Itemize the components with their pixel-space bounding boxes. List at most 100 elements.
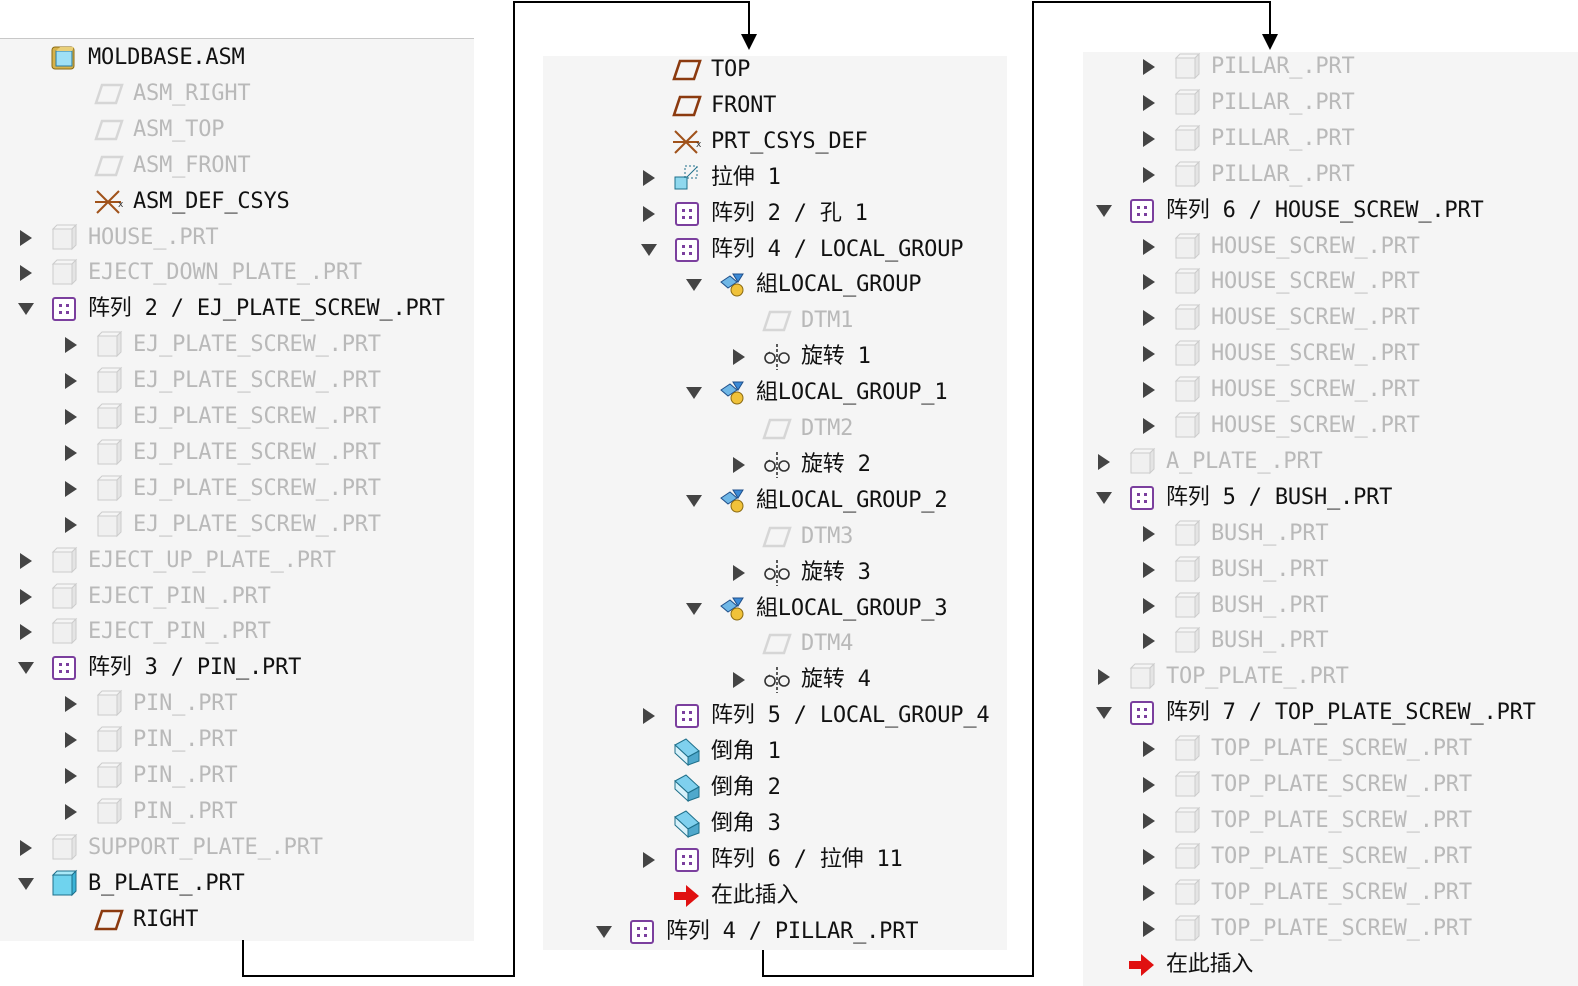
tree-row[interactable]: B_PLATE_.PRT [16, 866, 245, 902]
tree-row[interactable]: EJECT_UP_PLATE_.PRT [16, 543, 336, 579]
expand-arrow-icon[interactable] [1139, 516, 1159, 552]
collapse-arrow-icon[interactable] [1094, 480, 1114, 516]
expand-arrow-icon[interactable] [61, 758, 81, 794]
expand-arrow-icon[interactable] [1139, 767, 1159, 803]
expand-arrow-icon[interactable] [61, 686, 81, 722]
collapse-arrow-icon[interactable] [16, 866, 36, 902]
tree-row[interactable]: ASM_TOP [61, 112, 225, 148]
tree-row[interactable]: TOP_PLATE_SCREW_.PRT [1139, 839, 1472, 875]
collapse-arrow-icon[interactable] [16, 650, 36, 686]
expand-arrow-icon[interactable] [639, 842, 659, 878]
expand-arrow-icon[interactable] [639, 160, 659, 196]
expand-arrow-icon[interactable] [1139, 85, 1159, 121]
expand-arrow-icon[interactable] [61, 363, 81, 399]
tree-row[interactable]: PILLAR_.PRT [1139, 157, 1355, 193]
tree-row[interactable]: 組LOCAL_GROUP [684, 267, 921, 303]
tree-row[interactable]: DTM2 [729, 411, 853, 447]
tree-row[interactable]: 旋转 2 [729, 447, 871, 483]
tree-row[interactable]: 倒角 2 [639, 770, 781, 806]
tree-row[interactable]: SUPPORT_PLATE_.PRT [16, 830, 323, 866]
tree-row[interactable]: DTM3 [729, 519, 853, 555]
expand-arrow-icon[interactable] [16, 579, 36, 615]
tree-row[interactable]: 阵列 2 / 孔 1 [639, 196, 868, 232]
expand-arrow-icon[interactable] [1139, 588, 1159, 624]
expand-arrow-icon[interactable] [61, 794, 81, 830]
tree-row[interactable]: HOUSE_SCREW_.PRT [1139, 229, 1420, 265]
tree-row[interactable]: RIGHT [61, 902, 198, 938]
tree-row[interactable]: EJ_PLATE_SCREW_.PRT [61, 327, 381, 363]
tree-row[interactable]: EJECT_PIN_.PRT [16, 579, 271, 615]
tree-row[interactable]: A_PLATE_.PRT [1094, 444, 1323, 480]
tree-row[interactable]: HOUSE_.PRT [16, 220, 219, 256]
tree-row[interactable]: 阵列 4 / PILLAR_.PRT [594, 914, 919, 950]
tree-row[interactable]: PIN_.PRT [61, 722, 238, 758]
tree-row[interactable]: 在此插入 [639, 878, 798, 914]
tree-row[interactable]: 阵列 6 / HOUSE_SCREW_.PRT [1094, 193, 1484, 229]
tree-row[interactable]: BUSH_.PRT [1139, 623, 1329, 659]
tree-row[interactable]: EJECT_PIN_.PRT [16, 614, 271, 650]
expand-arrow-icon[interactable] [1139, 49, 1159, 85]
expand-arrow-icon[interactable] [1139, 552, 1159, 588]
tree-row[interactable]: FRONT [639, 88, 776, 124]
collapse-arrow-icon[interactable] [1094, 193, 1114, 229]
expand-arrow-icon[interactable] [1139, 157, 1159, 193]
expand-arrow-icon[interactable] [16, 255, 36, 291]
tree-row[interactable]: ASM_RIGHT [61, 76, 251, 112]
expand-arrow-icon[interactable] [1139, 623, 1159, 659]
collapse-arrow-icon[interactable] [684, 267, 704, 303]
tree-row[interactable]: TOP [639, 52, 750, 88]
tree-row[interactable]: HOUSE_SCREW_.PRT [1139, 300, 1420, 336]
expand-arrow-icon[interactable] [1139, 372, 1159, 408]
expand-arrow-icon[interactable] [1139, 121, 1159, 157]
expand-arrow-icon[interactable] [1139, 911, 1159, 947]
tree-row[interactable]: EJ_PLATE_SCREW_.PRT [61, 471, 381, 507]
tree-row[interactable]: 阵列 5 / LOCAL_GROUP_4 [639, 698, 990, 734]
tree-row[interactable]: 阵列 2 / EJ_PLATE_SCREW_.PRT [16, 291, 445, 327]
expand-arrow-icon[interactable] [61, 471, 81, 507]
expand-arrow-icon[interactable] [1139, 803, 1159, 839]
expand-arrow-icon[interactable] [1139, 264, 1159, 300]
expand-arrow-icon[interactable] [729, 662, 749, 698]
tree-row[interactable]: PILLAR_.PRT [1139, 121, 1355, 157]
tree-row[interactable]: 組LOCAL_GROUP_1 [684, 375, 948, 411]
tree-row[interactable]: BUSH_.PRT [1139, 516, 1329, 552]
expand-arrow-icon[interactable] [16, 220, 36, 256]
expand-arrow-icon[interactable] [1139, 731, 1159, 767]
tree-row[interactable]: HOUSE_SCREW_.PRT [1139, 372, 1420, 408]
expand-arrow-icon[interactable] [61, 435, 81, 471]
tree-row[interactable]: BUSH_.PRT [1139, 588, 1329, 624]
expand-arrow-icon[interactable] [61, 722, 81, 758]
tree-row[interactable]: BUSH_.PRT [1139, 552, 1329, 588]
expand-arrow-icon[interactable] [639, 196, 659, 232]
expand-arrow-icon[interactable] [729, 555, 749, 591]
collapse-arrow-icon[interactable] [684, 483, 704, 519]
collapse-arrow-icon[interactable] [639, 232, 659, 268]
tree-row[interactable]: TOP_PLATE_SCREW_.PRT [1139, 911, 1472, 947]
tree-row[interactable]: TOP_PLATE_SCREW_.PRT [1139, 731, 1472, 767]
expand-arrow-icon[interactable] [1139, 875, 1159, 911]
tree-row[interactable]: 旋转 1 [729, 339, 871, 375]
expand-arrow-icon[interactable] [61, 507, 81, 543]
expand-arrow-icon[interactable] [1094, 444, 1114, 480]
tree-row[interactable]: MOLDBASE.ASM [16, 40, 245, 76]
tree-row[interactable]: TOP_PLATE_SCREW_.PRT [1139, 803, 1472, 839]
tree-row[interactable]: EJ_PLATE_SCREW_.PRT [61, 507, 381, 543]
expand-arrow-icon[interactable] [61, 399, 81, 435]
expand-arrow-icon[interactable] [1094, 659, 1114, 695]
tree-row[interactable]: 阵列 6 / 拉伸 11 [639, 842, 903, 878]
expand-arrow-icon[interactable] [1139, 839, 1159, 875]
collapse-arrow-icon[interactable] [1094, 695, 1114, 731]
tree-row[interactable]: 在此插入 [1094, 947, 1253, 983]
tree-row[interactable]: TOP_PLATE_SCREW_.PRT [1139, 767, 1472, 803]
collapse-arrow-icon[interactable] [684, 591, 704, 627]
tree-row[interactable]: PIN_.PRT [61, 758, 238, 794]
tree-row[interactable]: 拉伸 1 [639, 160, 781, 196]
expand-arrow-icon[interactable] [16, 543, 36, 579]
tree-row[interactable]: DTM4 [729, 626, 853, 662]
expand-arrow-icon[interactable] [729, 339, 749, 375]
tree-row[interactable]: ASM_FRONT [61, 148, 251, 184]
tree-row[interactable]: TOP_PLATE_.PRT [1094, 659, 1349, 695]
tree-row[interactable]: EJ_PLATE_SCREW_.PRT [61, 399, 381, 435]
tree-row[interactable]: HOUSE_SCREW_.PRT [1139, 408, 1420, 444]
tree-row[interactable]: x ASM_DEF_CSYS [61, 184, 290, 220]
